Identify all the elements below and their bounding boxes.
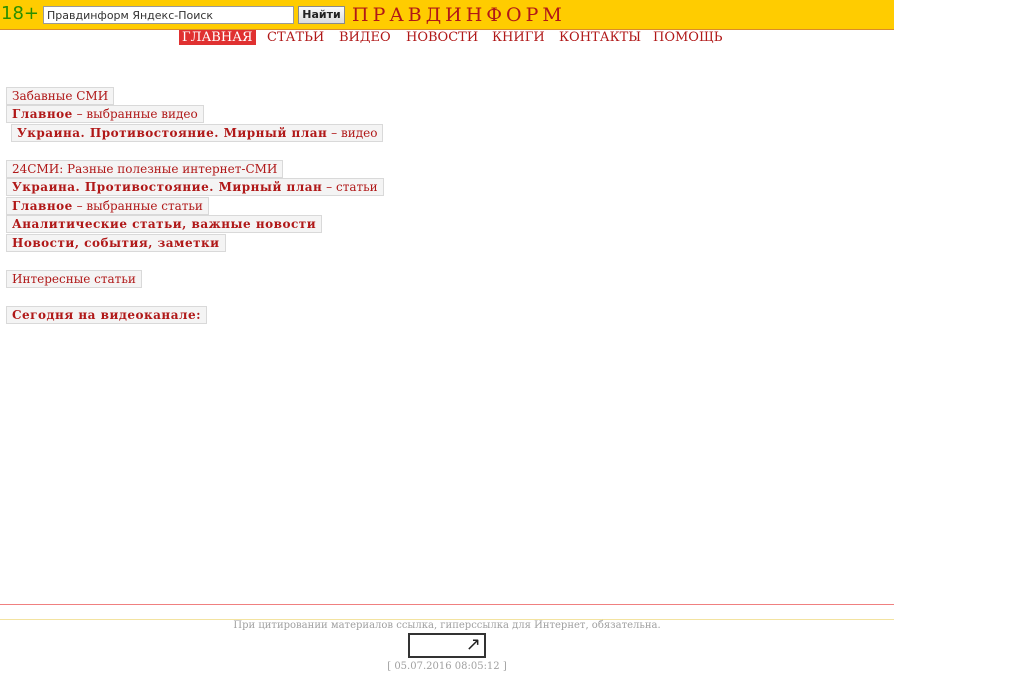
today-on-video-channel[interactable]: Сегодня на видеоканале: xyxy=(6,306,208,324)
nav-item-articles[interactable]: СТАТЬИ xyxy=(264,30,327,45)
citation-note: При цитировании материалов ссылка, гипер… xyxy=(233,620,661,631)
media-24smi-link[interactable]: 24СМИ: Разные полезные интернет-СМИ xyxy=(6,160,284,178)
main-articles-sub: – выбранные статьи xyxy=(72,199,203,213)
news-events-label: Новости, события, заметки xyxy=(12,236,220,250)
today-on-video-label: Сегодня на видеоканале: xyxy=(12,308,202,322)
nav-item-help[interactable]: ПОМОЩЬ xyxy=(650,30,726,45)
age-rating: 18+ xyxy=(1,3,39,24)
main-nav: ГЛАВНАЯ СТАТЬИ ВИДЕО НОВОСТИ КНИГИ КОНТА… xyxy=(0,30,894,46)
main-articles-label: Главное xyxy=(12,199,73,213)
news-events-link[interactable]: Новости, события, заметки xyxy=(6,234,226,252)
main-video-label: Главное xyxy=(12,107,73,121)
search-input[interactable] xyxy=(43,6,294,24)
nav-item-contacts[interactable]: КОНТАКТЫ xyxy=(556,30,644,45)
main-video-sub: – выбранные видео xyxy=(72,107,198,121)
site-title[interactable]: ПРАВДИНФОРМ xyxy=(352,4,566,26)
nav-item-main[interactable]: ГЛАВНАЯ xyxy=(179,30,256,45)
analytics-label: Аналитические статьи, важные новости xyxy=(12,217,317,231)
counter-widget[interactable]: ↗ xyxy=(408,633,486,658)
timestamp: [ 05.07.2016 08:05:12 ] xyxy=(387,661,507,672)
footer-divider-red xyxy=(0,604,894,605)
nav-item-news[interactable]: НОВОСТИ xyxy=(403,30,481,45)
interesting-articles-link[interactable]: Интересные статьи xyxy=(6,270,142,288)
funny-media-link[interactable]: Забавные СМИ xyxy=(6,87,115,105)
main-video-link[interactable]: Главное – выбранные видео xyxy=(6,105,204,123)
main-articles-link[interactable]: Главное – выбранные статьи xyxy=(6,197,209,215)
ukraine-video-label: Украина. Противостояние. Мирный план xyxy=(17,126,328,140)
ukraine-video-link[interactable]: Украина. Противостояние. Мирный план – в… xyxy=(11,124,384,142)
ukraine-articles-label: Украина. Противостояние. Мирный план xyxy=(12,180,323,194)
arrow-out-icon: ↗ xyxy=(465,634,481,655)
nav-item-books[interactable]: КНИГИ xyxy=(489,30,548,45)
nav-item-video[interactable]: ВИДЕО xyxy=(336,30,394,45)
search-button[interactable]: Найти xyxy=(298,6,345,24)
ukraine-articles-link[interactable]: Украина. Противостояние. Мирный план – с… xyxy=(6,178,384,196)
analytics-link[interactable]: Аналитические статьи, важные новости xyxy=(6,215,323,233)
ukraine-video-sub: – видео xyxy=(327,126,378,140)
top-bar: 18+ Найти ПРАВДИНФОРМ xyxy=(0,0,894,30)
ukraine-articles-sub: – статьи xyxy=(322,180,378,194)
